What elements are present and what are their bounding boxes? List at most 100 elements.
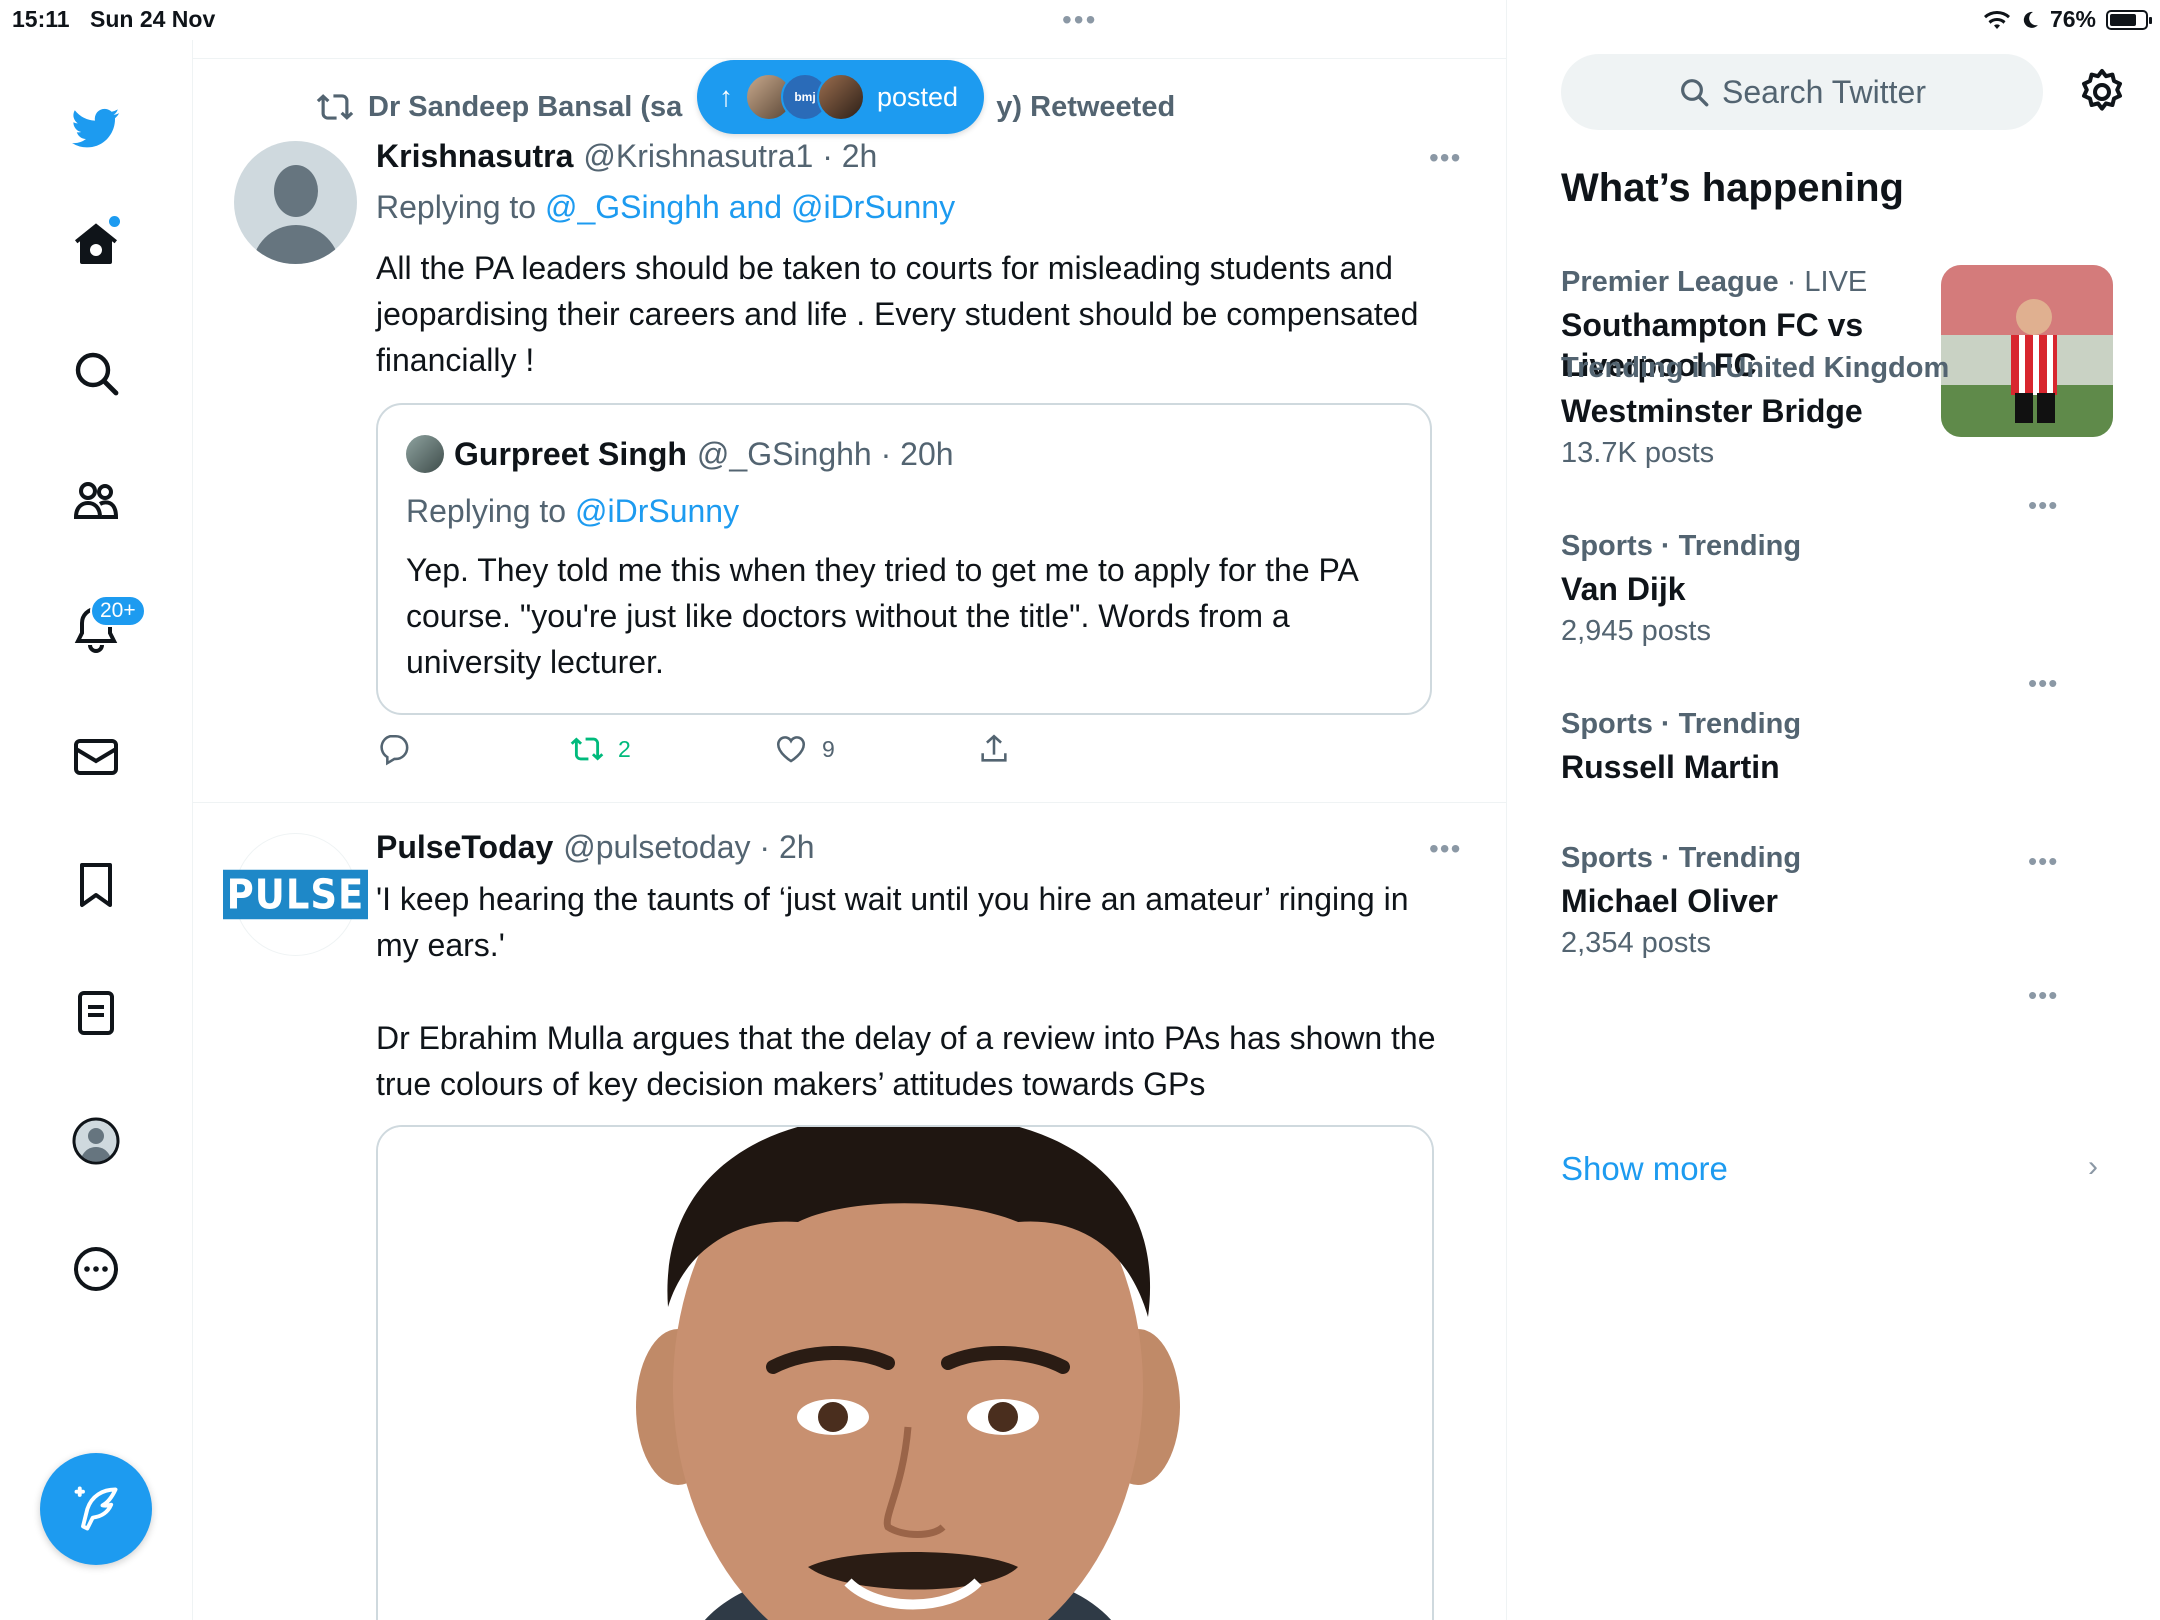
pulsetoday-avatar[interactable]: PULSE <box>222 833 369 956</box>
trend-name: Russell Martin <box>1561 749 1780 785</box>
more-nav-item[interactable] <box>60 1233 132 1305</box>
tweet-actions: 2 9 <box>376 732 1276 772</box>
home-unread-dot <box>109 216 120 227</box>
retweeted-by[interactable]: Dr Sandeep Bansal (sa <box>368 91 682 124</box>
author-avatar[interactable] <box>234 141 357 264</box>
retweeted-suffix: y) Retweeted <box>996 90 1176 123</box>
search-input[interactable]: Search Twitter <box>1561 54 2043 130</box>
mail-icon <box>74 739 118 775</box>
new-post-avatar <box>817 73 865 121</box>
search-icon <box>75 352 119 396</box>
trend-item[interactable]: Trending in United Kingdom Westminster B… <box>1561 352 2121 470</box>
quoted-author-avatar <box>406 435 444 473</box>
search-placeholder: Search Twitter <box>1722 73 1926 110</box>
messages-nav-item[interactable] <box>60 721 132 793</box>
twitter-logo-icon[interactable] <box>60 92 132 164</box>
show-more-link[interactable]: Show more <box>1561 1150 1728 1188</box>
feed-top-divider <box>193 58 1506 59</box>
tweet-text-2: Dr Ebrahim Mulla argues that the delay o… <box>376 1020 1436 1102</box>
trend-more-icon[interactable]: ••• <box>2028 980 2058 1011</box>
pulse-logo: PULSE <box>222 869 369 920</box>
author-name[interactable]: Krishnasutra <box>376 138 573 175</box>
retweet-icon <box>570 737 604 761</box>
lists-nav-item[interactable] <box>60 977 132 1049</box>
trend-post-count: 2,354 posts <box>1561 927 1711 959</box>
retweet-count: 2 <box>618 735 631 762</box>
status-right: 76% <box>1983 6 2152 33</box>
share-icon <box>981 734 1007 762</box>
communities-nav-item[interactable] <box>60 465 132 537</box>
tweet-text: 'I keep hearing the taunts of ‘just wait… <box>376 881 1409 963</box>
share-button[interactable] <box>977 732 1011 766</box>
trend-name: Van Dijk <box>1561 571 1686 607</box>
avatar-body <box>252 225 340 264</box>
chevron-right-icon: › <box>2088 1150 2098 1183</box>
quoted-tweet[interactable]: Gurpreet Singh @_GSinghh · 20h Replying … <box>376 403 1432 715</box>
author-handle[interactable]: @pulsetoday · 2h <box>563 829 814 866</box>
author-name[interactable]: PulseToday <box>376 829 553 866</box>
list-icon <box>78 991 114 1035</box>
notifications-badge: 20+ <box>90 595 146 627</box>
avatar-head <box>274 165 318 217</box>
quoted-replying-prefix: Replying to <box>406 493 575 529</box>
trend-item[interactable]: Sports · Trending Van Dijk 2,945 posts <box>1561 530 2121 648</box>
arrow-up-icon: ↑ <box>719 81 733 112</box>
quoted-tweet-text: Yep. They told me this when they tried t… <box>406 552 1358 680</box>
new-posts-label: posted <box>877 81 959 112</box>
more-circle-icon <box>74 1247 118 1291</box>
retweet-icon <box>316 94 354 120</box>
bookmark-icon <box>80 863 112 907</box>
tweet-header: Krishnasutra @Krishnasutra1 · 2h <box>376 138 877 175</box>
right-sidebar: Search Twitter What’s happening Premier … <box>1508 40 2160 1620</box>
heart-icon <box>776 736 806 763</box>
home-timeline: ↑ bmj posted Dr Sandeep Bansal (sa y) Re… <box>193 0 1507 1620</box>
notifications-nav-item[interactable]: 20+ <box>60 593 146 665</box>
quoted-author-name: Gurpreet Singh <box>454 435 687 472</box>
battery-fill <box>2110 13 2136 26</box>
quoted-author-handle: @_GSinghh · 20h <box>696 435 954 472</box>
profile-nav-item[interactable] <box>60 1105 132 1177</box>
tweet-text: All the PA leaders should be taken to co… <box>376 250 1419 378</box>
new-posts-pill[interactable]: ↑ bmj posted <box>697 60 985 134</box>
moon-icon <box>2023 11 2038 28</box>
portrait-photo <box>378 1127 1432 1620</box>
author-handle[interactable]: @Krishnasutra1 · 2h <box>583 138 877 175</box>
compose-feather-icon <box>74 1486 118 1531</box>
battery-icon <box>2106 9 2152 30</box>
settings-gear-icon[interactable] <box>2078 68 2126 116</box>
whats-happening-title: What’s happening <box>1561 166 1904 210</box>
replying-to: Replying to @_GSinghh and @iDrSunny <box>376 189 955 226</box>
trend-item[interactable]: Sports · Trending Michael Oliver 2,354 p… <box>1561 842 2121 960</box>
trend-category: Sports · Trending <box>1561 708 1802 740</box>
like-button[interactable]: 9 <box>774 732 835 766</box>
replying-to-links[interactable]: @_GSinghh and @iDrSunny <box>545 189 955 225</box>
more-options-icon[interactable]: ••• <box>1429 142 1461 174</box>
profile-avatar-icon <box>72 1117 120 1165</box>
trend-more-icon[interactable]: ••• <box>2028 490 2058 521</box>
quoted-replying-to: Replying to @iDrSunny <box>406 493 739 530</box>
compose-tweet-button[interactable] <box>40 1453 152 1565</box>
quoted-tweet-header: Gurpreet Singh @_GSinghh · 20h <box>406 435 954 473</box>
battery-percent: 76% <box>2049 6 2096 32</box>
quoted-replying-to-link[interactable]: @iDrSunny <box>575 493 739 529</box>
trend-post-count: 2,945 posts <box>1561 615 1711 647</box>
tweet-media-image[interactable] <box>376 1125 1434 1620</box>
retweet-button[interactable]: 2 <box>570 732 631 766</box>
tweet-header: PulseToday @pulsetoday · 2h <box>376 829 815 866</box>
communities-icon <box>73 482 119 519</box>
trend-post-count: 13.7K posts <box>1561 437 1715 469</box>
status-time: 15:11 <box>12 6 70 32</box>
home-nav-item[interactable] <box>60 208 132 280</box>
trend-category: Sports · Trending <box>1561 842 1802 874</box>
home-icon <box>75 223 117 264</box>
reply-button[interactable] <box>376 732 410 766</box>
trend-more-icon[interactable]: ••• <box>2028 668 2058 699</box>
bookmarks-nav-item[interactable] <box>60 849 132 921</box>
trend-category: Trending in United Kingdom <box>1561 352 1950 384</box>
left-navigation: 20+ <box>0 40 193 1620</box>
trend-item[interactable]: Sports · Trending Russell Martin <box>1561 708 2121 787</box>
explore-nav-item[interactable] <box>60 337 132 409</box>
search-icon <box>1681 79 1709 107</box>
tweet-divider <box>193 802 1506 803</box>
more-options-icon[interactable]: ••• <box>1429 833 1461 865</box>
